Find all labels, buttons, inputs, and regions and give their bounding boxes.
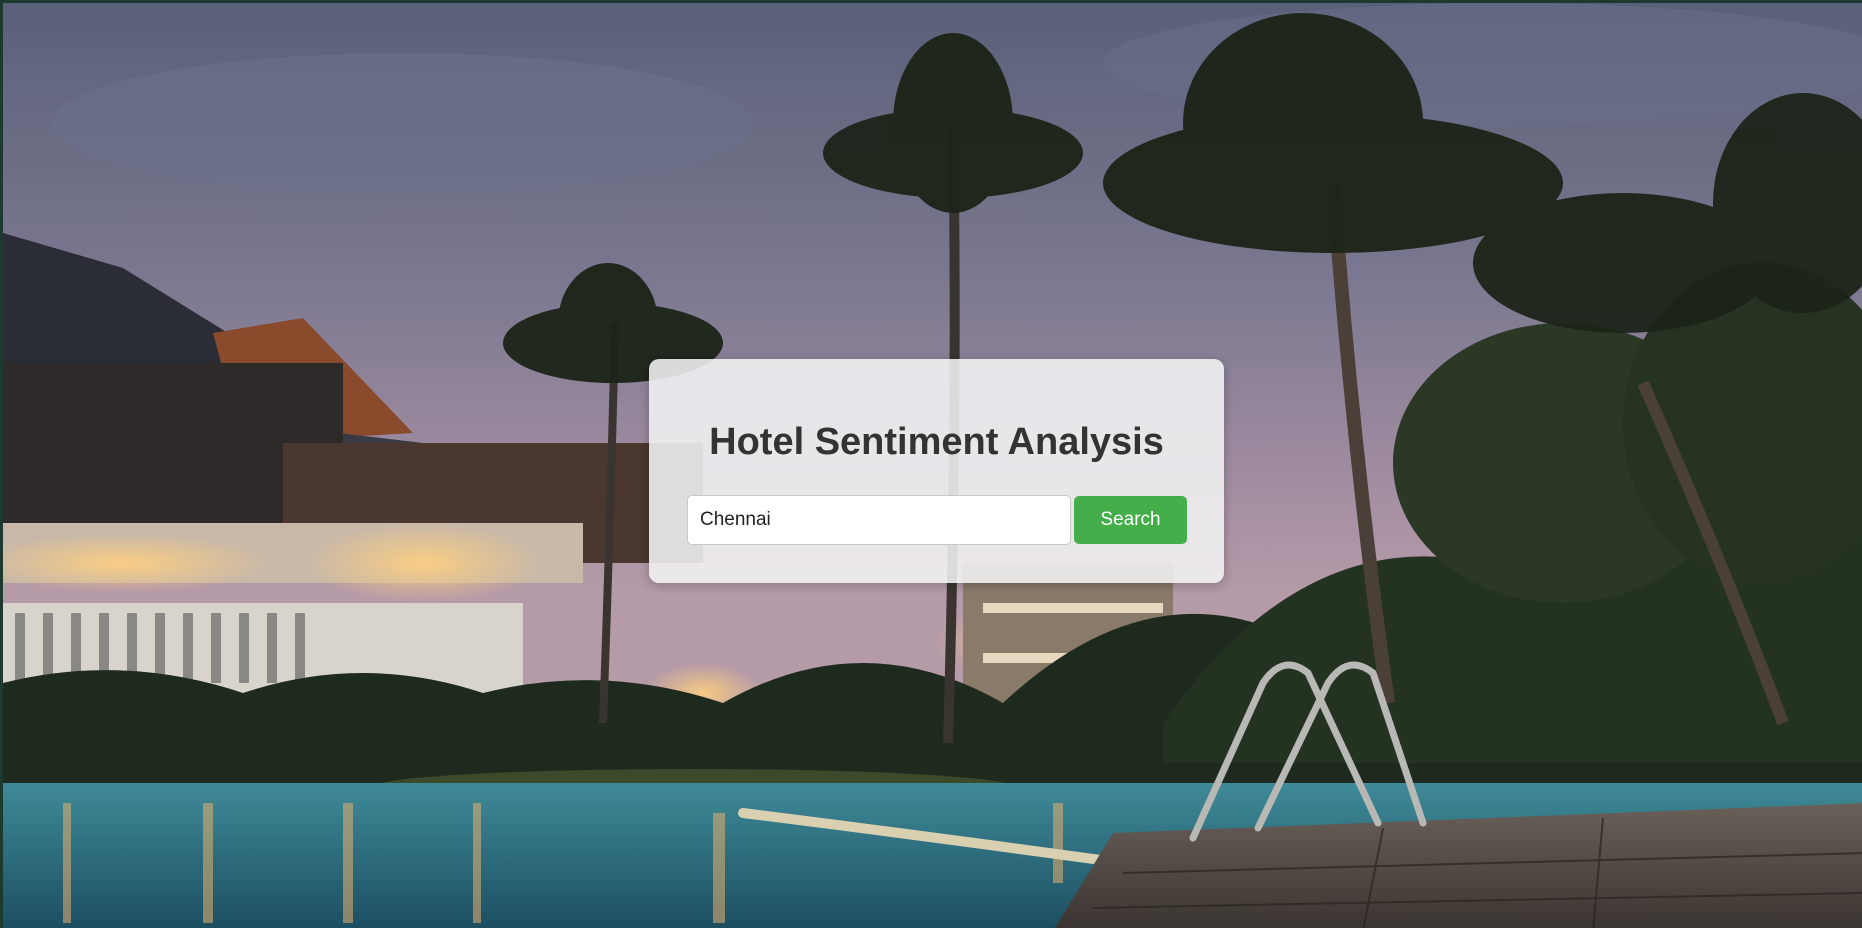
page-title: Hotel Sentiment Analysis xyxy=(709,421,1164,463)
search-card: Hotel Sentiment Analysis Search xyxy=(649,359,1224,583)
search-input[interactable] xyxy=(687,495,1071,545)
search-form: Search xyxy=(687,495,1187,545)
search-button[interactable]: Search xyxy=(1074,496,1187,544)
page: Hotel Sentiment Analysis Search xyxy=(0,0,1862,928)
